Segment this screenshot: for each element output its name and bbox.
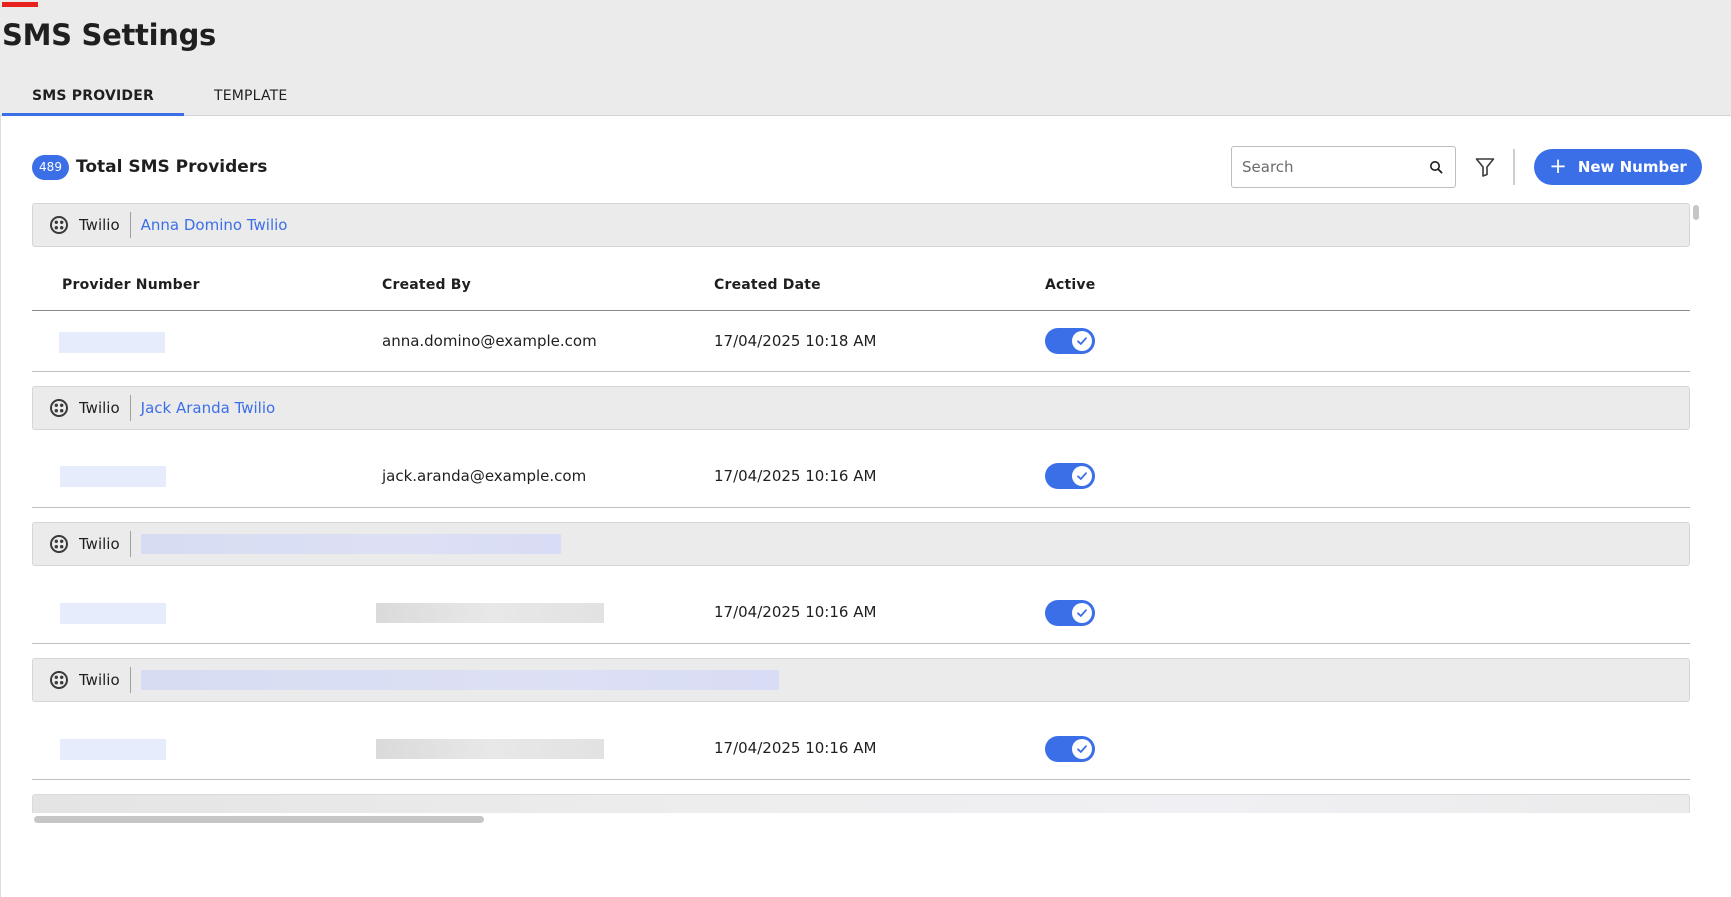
provider-list: Twilio Anna Domino Twilio Provider Numbe…: [32, 203, 1692, 813]
toggle-knob: [1072, 466, 1092, 486]
check-icon: [1077, 472, 1087, 480]
content-border: [0, 116, 1, 897]
created-date-cell: 17/04/2025 10:16 AM: [714, 739, 877, 757]
col-header-created-date[interactable]: Created Date: [714, 277, 821, 293]
twilio-icon: [50, 535, 68, 553]
provider-group-header[interactable]: Twilio Anna Domino Twilio: [32, 203, 1690, 247]
provider-type: Twilio: [79, 216, 120, 234]
created-date-cell: 17/04/2025 10:16 AM: [714, 467, 877, 485]
provider-group-header-partial: [32, 794, 1690, 813]
active-toggle[interactable]: [1045, 328, 1095, 354]
created-by-redacted: [376, 739, 604, 759]
active-toggle[interactable]: [1045, 736, 1095, 762]
table-row: 17/04/2025 10:16 AM: [32, 566, 1690, 644]
active-toggle[interactable]: [1045, 463, 1095, 489]
active-toggle[interactable]: [1045, 600, 1095, 626]
search-input[interactable]: [1242, 158, 1422, 176]
page-title: SMS Settings: [2, 18, 217, 52]
created-by-cell: jack.aranda@example.com: [382, 467, 587, 485]
new-number-label: New Number: [1577, 158, 1687, 176]
tab-bar: SMS PROVIDER TEMPLATE: [2, 76, 317, 116]
created-date-cell: 17/04/2025 10:18 AM: [714, 332, 877, 350]
header-divider: [129, 212, 131, 238]
provider-group-header[interactable]: Twilio: [32, 658, 1690, 702]
provider-type: Twilio: [79, 535, 120, 553]
created-date-cell: 17/04/2025 10:16 AM: [714, 603, 877, 621]
accent-bar: [2, 2, 38, 7]
col-header-active[interactable]: Active: [1045, 277, 1095, 293]
check-icon: [1077, 337, 1087, 345]
provider-group-header[interactable]: Twilio Jack Aranda Twilio: [32, 386, 1690, 430]
provider-name-link[interactable]: Jack Aranda Twilio: [141, 399, 276, 417]
provider-type: Twilio: [79, 399, 120, 417]
provider-group-header[interactable]: Twilio: [32, 522, 1690, 566]
total-providers: 489 Total SMS Providers: [32, 154, 267, 180]
check-icon: [1077, 609, 1087, 617]
table-row: jack.aranda@example.com 17/04/2025 10:16…: [32, 430, 1690, 508]
created-by-redacted: [376, 603, 604, 623]
search-box: [1231, 146, 1456, 188]
header-divider: [129, 531, 131, 557]
provider-name-redacted: [140, 534, 561, 554]
provider-number-redacted: [59, 332, 165, 353]
page-header: SMS Settings SMS PROVIDER TEMPLATE: [0, 0, 1731, 116]
provider-number-redacted: [60, 739, 166, 760]
tab-sms-provider[interactable]: SMS PROVIDER: [2, 76, 184, 116]
twilio-icon: [50, 671, 68, 689]
check-icon: [1077, 745, 1087, 753]
search-icon[interactable]: [1429, 160, 1443, 174]
twilio-icon: [50, 216, 68, 234]
new-number-button[interactable]: + New Number: [1534, 149, 1702, 185]
toggle-knob: [1072, 739, 1092, 759]
toolbar-divider: [1513, 149, 1515, 185]
count-badge: 489: [32, 154, 69, 180]
filter-icon[interactable]: [1474, 156, 1496, 178]
vertical-scrollbar[interactable]: [1693, 205, 1699, 220]
provider-number-redacted: [60, 603, 166, 624]
provider-type: Twilio: [79, 671, 120, 689]
horizontal-scrollbar[interactable]: [34, 816, 484, 823]
toggle-knob: [1072, 603, 1092, 623]
provider-number-redacted: [60, 466, 166, 487]
provider-name-link[interactable]: Anna Domino Twilio: [141, 216, 288, 234]
col-header-created-by[interactable]: Created By: [382, 277, 471, 293]
created-by-cell: anna.domino@example.com: [382, 332, 597, 350]
twilio-icon: [50, 399, 68, 417]
plus-icon: +: [1549, 153, 1567, 178]
total-label: Total SMS Providers: [76, 157, 268, 177]
table-row: 17/04/2025 10:16 AM: [32, 702, 1690, 780]
table-row: anna.domino@example.com 17/04/2025 10:18…: [32, 311, 1690, 372]
provider-name-redacted: [140, 670, 779, 690]
tab-template[interactable]: TEMPLATE: [184, 76, 318, 116]
table-header: Provider Number Created By Created Date …: [32, 247, 1690, 311]
header-divider: [129, 667, 131, 693]
toggle-knob: [1072, 331, 1092, 351]
col-header-provider-number[interactable]: Provider Number: [62, 277, 200, 293]
header-divider: [129, 395, 131, 421]
